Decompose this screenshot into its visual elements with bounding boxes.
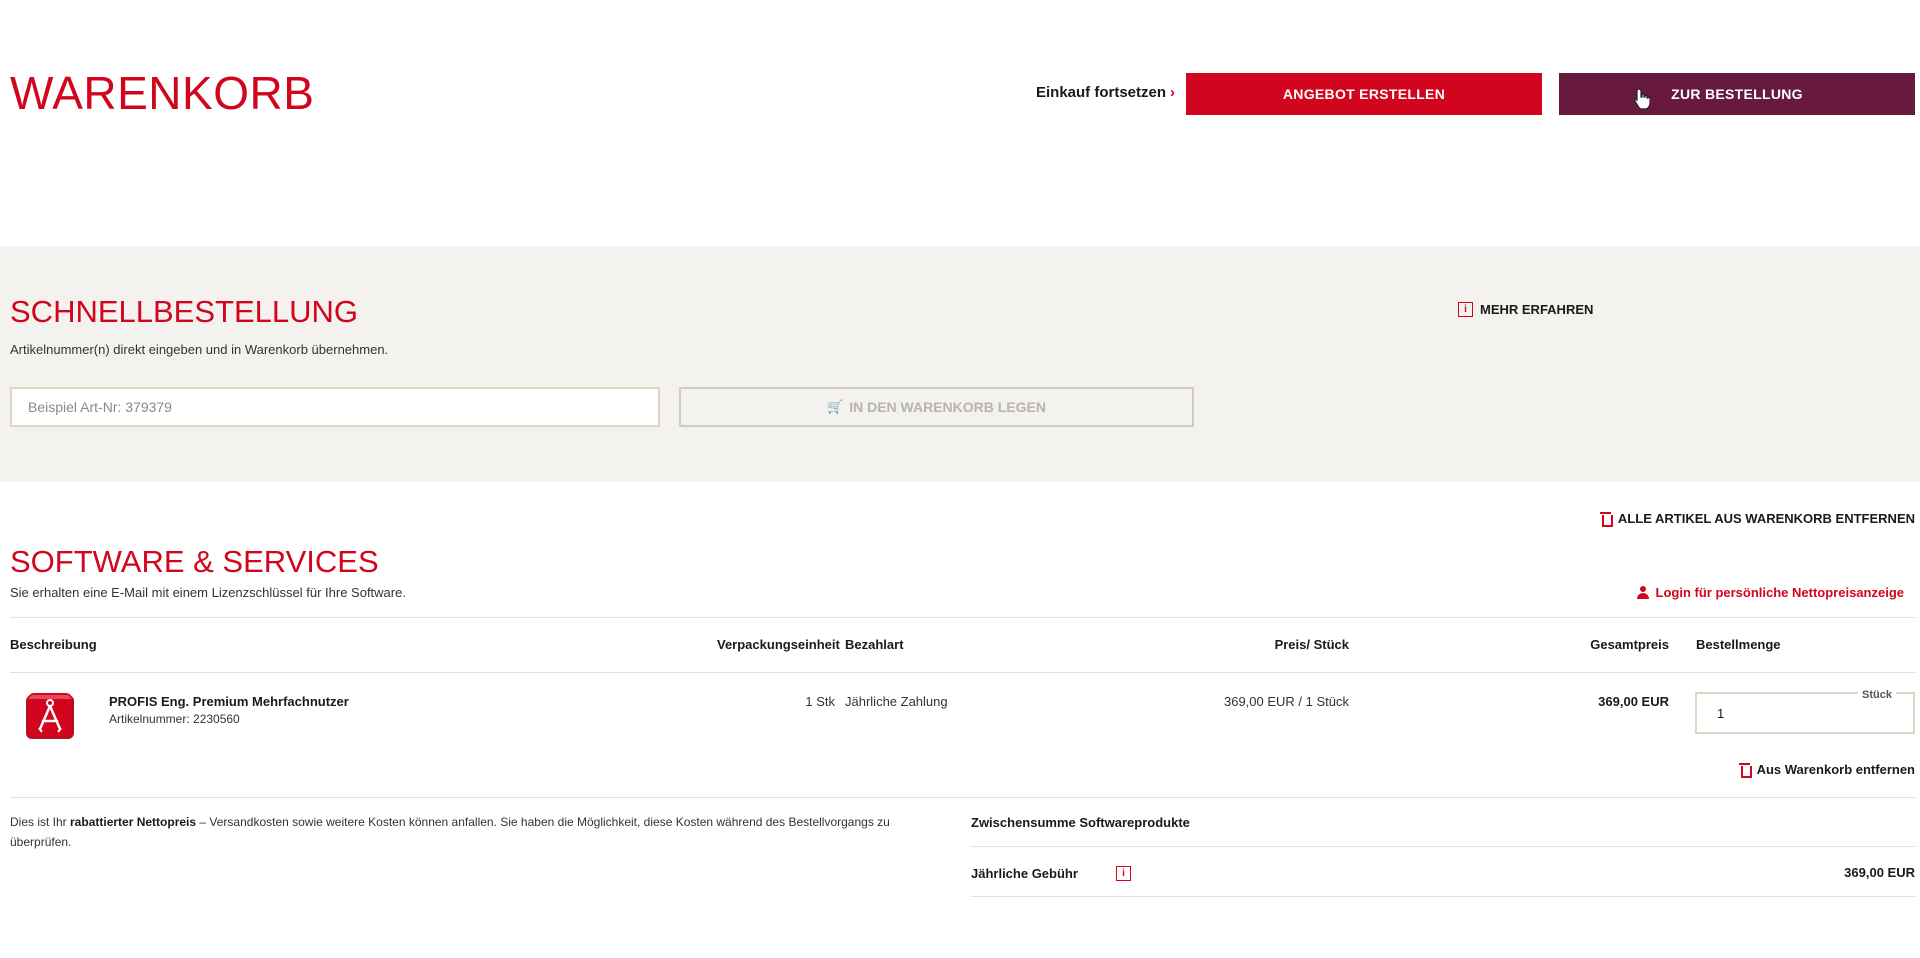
column-header-packaging: Verpackungseinheit [717,637,840,652]
more-info-label: MEHR ERFAHREN [1480,302,1594,317]
product-unit-price: 369,00 EUR / 1 Stück [1223,694,1349,709]
column-header-description: Beschreibung [10,637,97,652]
quick-order-section: SCHNELLBESTELLUNG Artikelnummer(n) direk… [0,246,1920,482]
product-payment: Jährliche Zahlung [845,694,948,709]
remove-item-label: Aus Warenkorb entfernen [1756,762,1915,777]
remove-item-button[interactable]: Aus Warenkorb entfernen [1738,762,1915,778]
trash-icon [1599,512,1613,527]
software-section-title: SOFTWARE & SERVICES [10,544,379,579]
product-packaging: 1 Stk [805,694,835,709]
login-link-label: Login für persönliche Nettopreisanzeige [1655,585,1904,600]
note-prefix: Dies ist Ihr [10,815,71,829]
column-header-payment: Bezahlart [845,637,904,652]
remove-all-label: ALLE ARTIKEL AUS WARENKORB ENTFERNEN [1617,511,1915,526]
column-header-quantity: Bestellmenge [1696,637,1781,652]
create-offer-button[interactable]: ANGEBOT ERSTELLEN [1186,73,1542,115]
quick-order-description: Artikelnummer(n) direkt eingeben und in … [10,342,389,357]
note-bold: rabattierter Nettopreis [70,815,197,829]
continue-shopping-link[interactable]: Einkauf fortsetzen › [1036,84,1175,101]
quantity-unit-label: Stück [1858,689,1896,701]
info-icon[interactable]: i [1116,866,1131,881]
more-info-link[interactable]: i MEHR ERFAHREN [1458,302,1593,317]
annual-fee-value: 369,00 EUR [1844,865,1915,880]
quick-order-title: SCHNELLBESTELLUNG [10,294,359,329]
product-article-number: Artikelnummer: 2230560 [109,712,240,726]
page-title: WARENKORB [10,67,315,119]
remove-all-button[interactable]: ALLE ARTIKEL AUS WARENKORB ENTFERNEN [1599,511,1915,527]
column-header-total: Gesamtpreis [1590,637,1669,652]
add-to-cart-label: IN DEN WARENKORB LEGEN [849,399,1046,415]
net-price-note: Dies ist Ihr rabattierter Nettopreis – V… [10,812,900,852]
cart-icon: 🛒 [827,399,844,414]
divider [971,846,1915,847]
checkout-button[interactable]: ZUR BESTELLUNG [1559,73,1915,115]
product-total-price: 369,00 EUR [1598,694,1669,709]
divider [10,797,1915,798]
software-section-description: Sie erhalten eine E-Mail mit einem Lizen… [10,585,406,600]
annual-fee-label: Jährliche Gebühr [971,866,1078,881]
subtotal-label: Zwischensumme Softwareprodukte [971,815,1190,830]
article-number-input[interactable] [10,387,660,427]
divider [10,672,1915,673]
divider [971,896,1915,897]
login-net-price-link[interactable]: Login für persönliche Nettopreisanzeige [1636,585,1904,600]
product-name[interactable]: PROFIS Eng. Premium Mehrfachnutzer [109,694,349,709]
profis-engineering-product-icon [26,693,74,739]
continue-shopping-label: Einkauf fortsetzen [1036,84,1167,101]
hand-cursor-icon [1634,88,1650,110]
divider [10,617,1915,618]
user-icon [1636,586,1649,599]
cart-header: WARENKORB Einkauf fortsetzen › ANGEBOT ER… [0,0,1920,246]
chevron-right-icon: › [1170,84,1176,101]
trash-icon [1738,763,1752,778]
info-icon: i [1458,302,1473,317]
add-to-cart-button[interactable]: 🛒 IN DEN WARENKORB LEGEN [679,387,1194,427]
column-header-unit-price: Preis/ Stück [1274,637,1349,652]
